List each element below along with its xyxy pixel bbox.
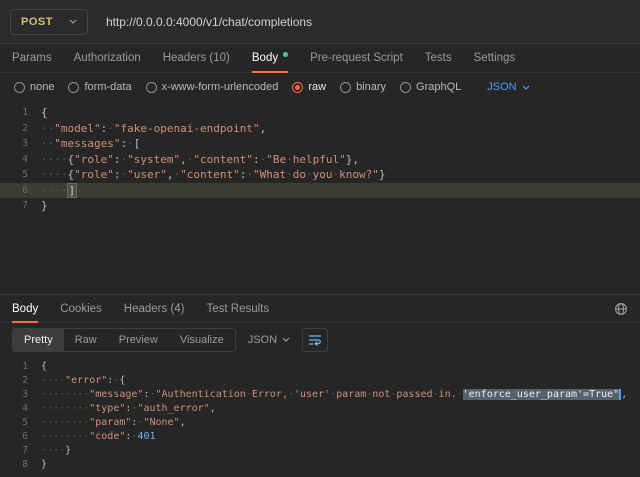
network-icon[interactable]: [614, 302, 628, 316]
code-line[interactable]: 3··"messages":·[: [0, 136, 640, 152]
response-section: Body Cookies Headers (4) Test Results Pr…: [0, 294, 640, 477]
radio-icon: [14, 82, 25, 93]
method-select[interactable]: POST: [10, 9, 88, 35]
line-number: 3: [0, 136, 28, 152]
tab-body-label: Body: [252, 52, 278, 64]
wrap-text-button[interactable]: [302, 328, 328, 352]
response-editor[interactable]: 1{2····"error":·{3········"message":·"Au…: [0, 356, 640, 477]
tab-headers[interactable]: Headers (10): [163, 44, 230, 72]
radio-icon: [340, 82, 351, 93]
body-type-label: x-www-form-urlencoded: [162, 81, 279, 93]
body-type-bar: none form-data x-www-form-urlencoded raw…: [0, 73, 640, 101]
url-input[interactable]: http://0.0.0.0:4000/v1/chat/completions: [106, 15, 630, 29]
radio-icon: [68, 82, 79, 93]
code-line[interactable]: 4····{"role":·"system",·"content":·"Be·h…: [0, 152, 640, 168]
line-number: 8: [0, 458, 28, 472]
line-number: 7: [0, 198, 28, 214]
line-number: 1: [0, 105, 28, 121]
tab-authorization[interactable]: Authorization: [74, 44, 141, 72]
method-label: POST: [21, 16, 53, 28]
code-line[interactable]: 4········"type":·"auth_error",: [0, 402, 640, 416]
request-language-label: JSON: [487, 81, 516, 93]
body-type-label: none: [30, 81, 54, 93]
code-line[interactable]: 1{: [0, 360, 640, 374]
line-number: 2: [0, 374, 28, 388]
body-type-graphql[interactable]: GraphQL: [400, 81, 461, 93]
chevron-down-icon: [282, 337, 290, 342]
body-type-binary[interactable]: binary: [340, 81, 386, 93]
tab-params[interactable]: Params: [12, 44, 52, 72]
code-line[interactable]: 5········"param":·"None",: [0, 416, 640, 430]
radio-icon: [146, 82, 157, 93]
code-line[interactable]: 6····]: [0, 183, 640, 199]
response-language-label: JSON: [248, 334, 277, 346]
tab-pre-request-script[interactable]: Pre-request Script: [310, 44, 403, 72]
view-tab-pretty[interactable]: Pretty: [13, 329, 64, 351]
response-tab-test-results[interactable]: Test Results: [207, 295, 270, 322]
line-number: 3: [0, 388, 28, 402]
chevron-down-icon: [522, 85, 530, 90]
radio-icon: [400, 82, 411, 93]
code-line[interactable]: 2····"error":·{: [0, 374, 640, 388]
body-type-label: form-data: [84, 81, 131, 93]
response-tabs: Body Cookies Headers (4) Test Results: [0, 295, 640, 323]
response-tab-headers[interactable]: Headers (4): [124, 295, 185, 322]
response-tab-body[interactable]: Body: [12, 295, 38, 322]
body-type-x-www-form-urlencoded[interactable]: x-www-form-urlencoded: [146, 81, 279, 93]
tab-tests[interactable]: Tests: [425, 44, 452, 72]
radio-selected-icon: [292, 82, 303, 93]
body-type-raw[interactable]: raw: [292, 81, 326, 93]
line-number: 4: [0, 152, 28, 168]
body-type-label: GraphQL: [416, 81, 461, 93]
line-number: 6: [0, 430, 28, 444]
body-type-label: binary: [356, 81, 386, 93]
code-line[interactable]: 6········"code":·401: [0, 430, 640, 444]
tab-settings[interactable]: Settings: [474, 44, 516, 72]
line-number: 7: [0, 444, 28, 458]
body-type-form-data[interactable]: form-data: [68, 81, 131, 93]
code-line[interactable]: 3········"message":·"Authentication·Erro…: [0, 388, 640, 402]
code-line[interactable]: 8}: [0, 458, 640, 472]
line-number: 2: [0, 121, 28, 137]
code-line[interactable]: 1{: [0, 105, 640, 121]
request-tabs: Params Authorization Headers (10) Body P…: [0, 44, 640, 73]
view-tab-preview[interactable]: Preview: [108, 329, 169, 351]
request-url-bar: POST http://0.0.0.0:4000/v1/chat/complet…: [0, 0, 640, 44]
response-tab-cookies[interactable]: Cookies: [60, 295, 102, 322]
response-toolbar: Pretty Raw Preview Visualize JSON: [0, 323, 640, 356]
code-line[interactable]: 7····}: [0, 444, 640, 458]
view-tab-visualize[interactable]: Visualize: [169, 329, 235, 351]
body-type-none[interactable]: none: [14, 81, 54, 93]
request-language-select[interactable]: JSON: [487, 81, 529, 93]
body-content-dot: [283, 52, 288, 57]
tab-body[interactable]: Body: [252, 44, 288, 72]
line-number: 6: [0, 183, 28, 199]
line-number: 1: [0, 360, 28, 374]
code-line[interactable]: 7}: [0, 198, 640, 214]
line-number: 5: [0, 416, 28, 430]
request-editor[interactable]: 1{2··"model":·"fake-openai-endpoint",3··…: [0, 101, 640, 294]
code-line[interactable]: 5····{"role":·"user",·"content":·"What·d…: [0, 167, 640, 183]
line-number: 5: [0, 167, 28, 183]
code-line[interactable]: 2··"model":·"fake-openai-endpoint",: [0, 121, 640, 137]
chevron-down-icon: [69, 19, 77, 24]
view-tab-raw[interactable]: Raw: [64, 329, 108, 351]
body-type-label: raw: [308, 81, 326, 93]
response-view-switch: Pretty Raw Preview Visualize: [12, 328, 236, 352]
line-number: 4: [0, 402, 28, 416]
postman-window: POST http://0.0.0.0:4000/v1/chat/complet…: [0, 0, 640, 477]
wrap-lines-icon: [308, 333, 322, 347]
response-language-select[interactable]: JSON: [248, 334, 290, 346]
